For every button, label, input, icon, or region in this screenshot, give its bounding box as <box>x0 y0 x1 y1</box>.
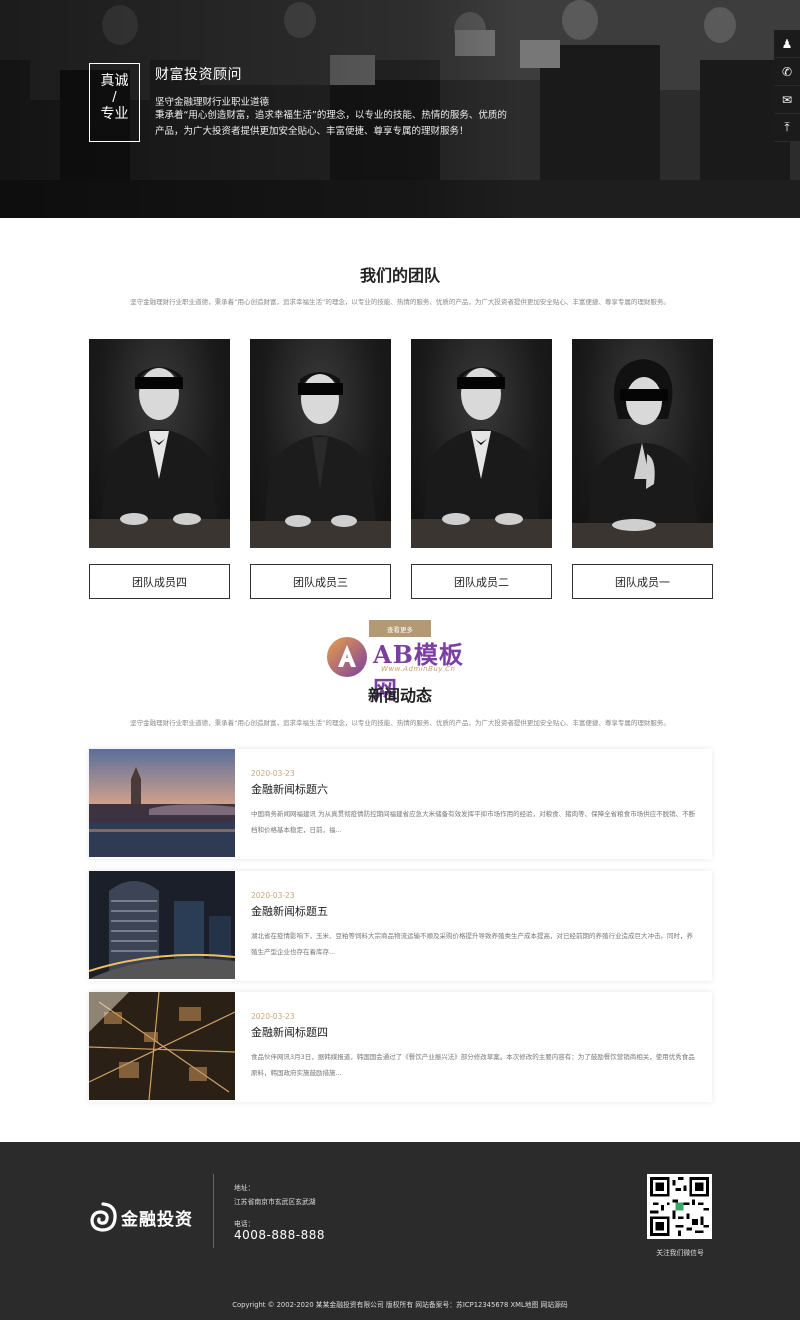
phone-icon[interactable]: ✆ <box>774 58 800 86</box>
news-summary: 中国商务新闻网福建讯 为从真贯彻疫情防控期间福建省应急大米储备有效发挥平抑市场作… <box>251 810 696 834</box>
qq-icon[interactable]: ♟ <box>774 30 800 58</box>
news-list-item[interactable]: 2020-03-23 金融新闻标题四 食品伙伴网讯3月3日，据韩媒报道，韩国国会… <box>89 992 712 1102</box>
footer-divider <box>213 1174 214 1248</box>
watermark-url: Www.AdminBuy.Cn <box>381 665 456 673</box>
watermark-a-icon <box>327 637 367 677</box>
news-thumbnail[interactable] <box>89 992 235 1100</box>
address-label: 地址： <box>234 1184 255 1192</box>
hero-banner: 真诚 / 专业 财富投资顾问 坚守金融理财行业职业道德 秉承着“用心创造财富，追… <box>0 0 800 218</box>
news-summary: 湖北省在疫情影响下，玉米、豆粕等饲料大宗商品物流运输不顺及采购价格提升导致养殖类… <box>251 932 693 956</box>
news-thumbnail[interactable] <box>89 871 235 979</box>
news-title[interactable]: 金融新闻标题四 <box>251 1024 328 1040</box>
phone-value: 4008-888-888 <box>234 1228 326 1242</box>
member-photo[interactable] <box>89 339 230 548</box>
news-title[interactable]: 金融新闻标题五 <box>251 903 328 919</box>
wechat-qr-code <box>647 1174 712 1239</box>
news-date: 2020-03-23 <box>251 891 295 900</box>
phone-label: 电话： <box>234 1220 255 1228</box>
footer-logo[interactable]: 金融投资 <box>89 1200 199 1234</box>
qr-caption: 关注我们微信号 <box>656 1249 704 1257</box>
back-to-top-icon[interactable]: ⤒ <box>774 114 800 142</box>
member-name-button[interactable]: 团队成员一 <box>572 564 713 599</box>
news-section-description: 坚守金融理财行业职业道德，秉承着“用心创造财富，追求幸福生活”的理念，以专业的技… <box>130 719 670 727</box>
badge-slash: / <box>112 89 117 105</box>
team-member-card[interactable]: 团队成员三 <box>250 339 391 599</box>
member-name-button[interactable]: 团队成员二 <box>411 564 552 599</box>
team-section-title: 我们的团队 <box>359 266 440 285</box>
wechat-icon[interactable]: ✉ <box>774 86 800 114</box>
news-date: 2020-03-23 <box>251 769 295 778</box>
member-name-button[interactable]: 团队成员四 <box>89 564 230 599</box>
team-member-card[interactable]: 团队成员一 <box>572 339 713 599</box>
hero-title: 财富投资顾问 <box>155 67 242 83</box>
member-photo[interactable] <box>411 339 552 548</box>
site-footer: 金融投资 地址： 江苏省南京市玄武区玄武湖 电话： 4008-888-888 关 <box>0 1142 800 1320</box>
news-list-item[interactable]: 2020-03-23 金融新闻标题六 中国商务新闻网福建讯 为从真贯彻疫情防控期… <box>89 749 712 859</box>
team-section-description: 坚守金融理财行业职业道德，秉承着“用心创造财富，追求幸福生活”的理念，以专业的技… <box>130 298 670 306</box>
address-value: 江苏省南京市玄武区玄武湖 <box>234 1198 316 1206</box>
hero-description: 秉承着“用心创造财富，追求幸福生活”的理念，以专业的技能、热情的服务、优质的产品… <box>155 110 507 137</box>
member-photo[interactable] <box>572 339 713 548</box>
team-grid: 团队成员四 团队成员三 团队成员二 团队成员一 <box>89 339 713 601</box>
news-date: 2020-03-23 <box>251 1012 295 1021</box>
news-section-title: 新闻动态 <box>367 686 432 705</box>
news-thumbnail[interactable] <box>89 749 235 857</box>
copyright-text: Copyright © 2002-2020 某某金融投资有限公司 版权所有 网站… <box>232 1301 568 1309</box>
badge-top-text: 真诚 <box>100 73 129 89</box>
news-list-item[interactable]: 2020-03-23 金融新闻标题五 湖北省在疫情影响下，玉米、豆粕等饲料大宗商… <box>89 871 712 981</box>
news-title[interactable]: 金融新闻标题六 <box>251 781 328 797</box>
side-toolbar: ♟ ✆ ✉ ⤒ <box>774 30 800 142</box>
footer-logo-text: 金融投资 <box>121 1209 193 1230</box>
hero-subtitle: 坚守金融理财行业职业道德 <box>155 97 270 108</box>
chameleon-logo-icon <box>90 1202 117 1232</box>
member-name-button[interactable]: 团队成员三 <box>250 564 391 599</box>
slogan-badge: 真诚 / 专业 <box>89 63 140 142</box>
team-member-card[interactable]: 团队成员四 <box>89 339 230 599</box>
member-photo[interactable] <box>250 339 391 548</box>
team-member-card[interactable]: 团队成员二 <box>411 339 552 599</box>
badge-bottom-text: 专业 <box>100 105 129 122</box>
news-summary: 食品伙伴网讯3月3日，据韩媒报道，韩国国会通过了《餐饮产业振兴法》部分修改草案。… <box>251 1053 695 1077</box>
